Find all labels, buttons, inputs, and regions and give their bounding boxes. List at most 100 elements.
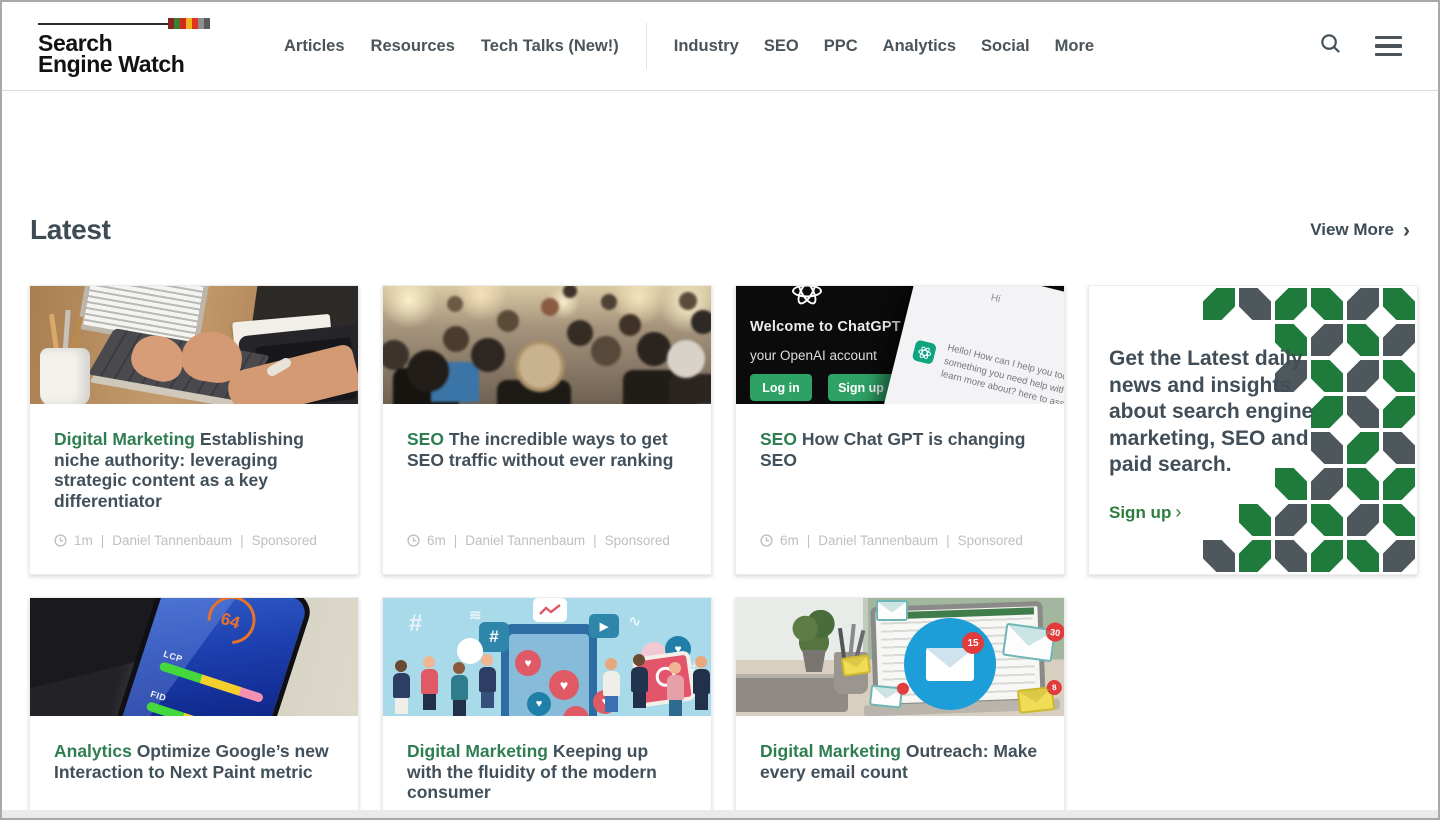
- article-card[interactable]: 64 LCP FID CLS An: [29, 597, 359, 812]
- pattern-cell: [1311, 288, 1343, 320]
- nav-ppc[interactable]: PPC: [824, 37, 858, 56]
- pattern-cell: [1383, 468, 1415, 500]
- chart-bubble-decor: [533, 598, 567, 622]
- crowd-decor: [383, 286, 711, 404]
- article-card[interactable]: Digital Marketing Establishing niche aut…: [29, 285, 359, 575]
- article-title[interactable]: Digital Marketing Establishing niche aut…: [54, 429, 334, 511]
- pattern-cell: [1347, 396, 1379, 428]
- clock-icon: [407, 534, 420, 547]
- meta-author: Daniel Tannenbaum: [818, 533, 938, 548]
- nav-resources[interactable]: Resources: [371, 37, 455, 56]
- secondary-nav: Industry SEO PPC Analytics Social More: [674, 37, 1094, 56]
- article-title[interactable]: SEO The incredible ways to get SEO traff…: [407, 429, 687, 470]
- article-title[interactable]: Digital Marketing Keeping up with the fl…: [407, 741, 687, 803]
- hashtag-bubble-decor: #: [479, 622, 509, 652]
- pattern-cell: [1311, 540, 1343, 572]
- pattern-cell: [1347, 432, 1379, 464]
- person-decor: [389, 660, 413, 714]
- menu-icon[interactable]: [1375, 36, 1402, 57]
- article-category[interactable]: Analytics: [54, 741, 132, 761]
- article-card[interactable]: Welcome to ChatGPT your OpenAI account L…: [735, 285, 1065, 575]
- nav-articles[interactable]: Articles: [284, 37, 345, 56]
- logo-line2: Engine Watch: [38, 54, 210, 75]
- article-image-metrics-phone[interactable]: 64 LCP FID CLS: [30, 598, 358, 716]
- nav-industry[interactable]: Industry: [674, 37, 739, 56]
- pattern-cell: [1239, 540, 1271, 572]
- gpt-welcome-text: Welcome to ChatGPT: [750, 319, 901, 335]
- email-badge-right: 30: [1044, 621, 1064, 642]
- primary-nav: Articles Resources Tech Talks (New!): [284, 37, 619, 56]
- person-decor: [475, 654, 499, 708]
- article-card[interactable]: # # ≋ ∿ # ▶ ♥ ♥ ♥ ♥ ♥ ♥ ♥: [382, 597, 712, 812]
- clock-icon: [760, 534, 773, 547]
- article-title[interactable]: SEO How Chat GPT is changing SEO: [760, 429, 1040, 470]
- page: Search Engine Watch Articles Resources T…: [0, 0, 1440, 820]
- article-image-social[interactable]: # # ≋ ∿ # ▶ ♥ ♥ ♥ ♥ ♥ ♥ ♥: [383, 598, 711, 716]
- pattern-cell: [1383, 324, 1415, 356]
- article-title[interactable]: Digital Marketing Outreach: Make every e…: [760, 741, 1040, 782]
- view-more-label: View More: [1310, 220, 1394, 240]
- chevron-right-icon: ›: [1175, 502, 1181, 522]
- nav-social[interactable]: Social: [981, 37, 1030, 56]
- person-decor: [663, 662, 687, 716]
- gpt-chat-panel-decor: Hi Hello! How can I help you today? Is t…: [865, 286, 1064, 404]
- article-image-laptop-typing[interactable]: [30, 286, 358, 404]
- article-category[interactable]: SEO: [760, 429, 797, 449]
- article-category[interactable]: Digital Marketing: [54, 429, 195, 449]
- meta-author: Daniel Tannenbaum: [465, 533, 585, 548]
- logo-rule: [38, 18, 210, 30]
- meta-time: 6m: [780, 533, 799, 548]
- article-meta: 6m | Daniel Tannenbaum | Sponsored: [760, 533, 1023, 548]
- pattern-cell: [1383, 360, 1415, 392]
- article-card[interactable]: SEO The incredible ways to get SEO traff…: [382, 285, 712, 575]
- envelope-decor: [841, 654, 871, 677]
- view-more-link[interactable]: View More ›: [1310, 220, 1410, 240]
- envelope-decor: 30: [1002, 623, 1056, 663]
- article-image-chatgpt[interactable]: Welcome to ChatGPT your OpenAI account L…: [736, 286, 1064, 404]
- meta-sponsored: Sponsored: [252, 533, 317, 548]
- pattern-cell: [1311, 504, 1343, 536]
- signup-label: Sign up: [1109, 503, 1171, 522]
- article-image-crowd[interactable]: [383, 286, 711, 404]
- pattern-cell: [1203, 288, 1235, 320]
- plant-decor: [792, 610, 836, 656]
- nav-analytics[interactable]: Analytics: [883, 37, 956, 56]
- nav-more[interactable]: More: [1055, 37, 1094, 56]
- pattern-cell: [1347, 540, 1379, 572]
- newsletter-card[interactable]: Get the Latest daily news and insights a…: [1088, 285, 1418, 575]
- article-card[interactable]: 15 30 8 Digital Marketing Outreach: Make…: [735, 597, 1065, 812]
- nav-tech-talks[interactable]: Tech Talks (New!): [481, 37, 619, 56]
- article-title[interactable]: Analytics Optimize Google’s new Interact…: [54, 741, 334, 782]
- closed-laptop-decor: [736, 678, 848, 712]
- article-category[interactable]: Digital Marketing: [760, 741, 901, 761]
- pattern-cell: [1383, 288, 1415, 320]
- article-category[interactable]: Digital Marketing: [407, 741, 548, 761]
- pattern-cell: [1383, 396, 1415, 428]
- score-value: 64: [207, 605, 253, 637]
- pattern-cell: [1239, 504, 1271, 536]
- pattern-cell: [1239, 288, 1271, 320]
- play-bubble-decor: ▶: [589, 614, 619, 638]
- latest-grid: Digital Marketing Establishing niche aut…: [29, 285, 1418, 812]
- clock-icon: [54, 534, 67, 547]
- search-icon[interactable]: [1319, 32, 1342, 60]
- pattern-cell: [1203, 540, 1235, 572]
- like-bubble-decor: ♥: [527, 692, 551, 716]
- person-decor: [627, 654, 651, 708]
- signup-link[interactable]: Sign up›: [1109, 502, 1181, 523]
- meta-time: 6m: [427, 533, 446, 548]
- site-logo[interactable]: Search Engine Watch: [38, 18, 210, 75]
- article-image-email[interactable]: 15 30 8: [736, 598, 1064, 716]
- article-category[interactable]: SEO: [407, 429, 444, 449]
- chevron-right-icon: ›: [1403, 222, 1410, 239]
- heart-bubble-decor: ♥: [515, 650, 541, 676]
- envelope-decor: [869, 684, 903, 708]
- person-decor: [417, 656, 441, 710]
- nav-seo[interactable]: SEO: [764, 37, 799, 56]
- pattern-cell: [1347, 468, 1379, 500]
- envelope-decor: 8: [1017, 686, 1055, 714]
- zigzag-decor: ∿: [628, 612, 641, 630]
- meta-sponsored: Sponsored: [958, 533, 1023, 548]
- nav-divider: [646, 23, 647, 69]
- gpt-signup-button: Sign up: [828, 374, 894, 401]
